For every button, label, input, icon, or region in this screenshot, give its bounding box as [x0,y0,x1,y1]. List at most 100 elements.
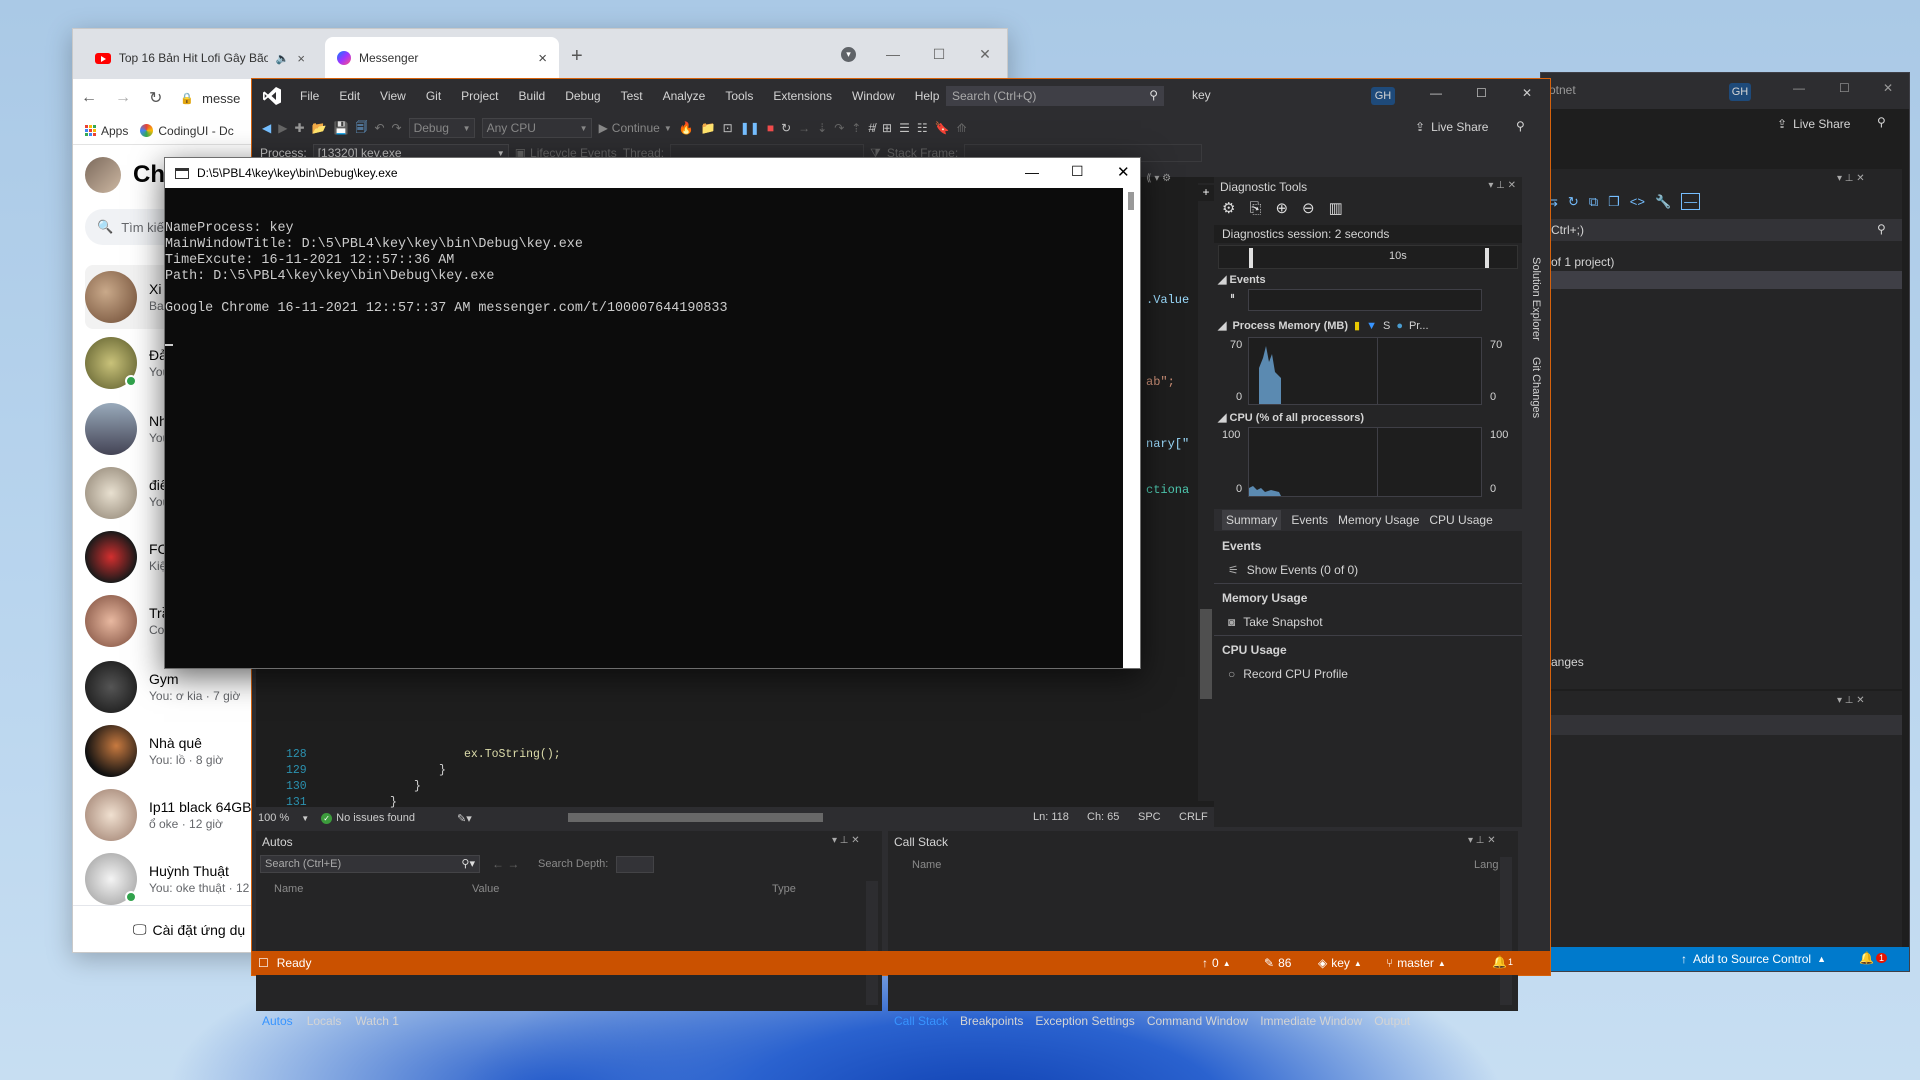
console-scrollbar[interactable] [1123,188,1140,668]
undo-icon[interactable]: ↶ [374,121,384,135]
take-snapshot-button[interactable]: ◙ Take Snapshot [1228,615,1323,629]
address-bar[interactable]: 🔒 messe [180,91,240,106]
events-track[interactable] [1248,289,1482,311]
tab-events[interactable]: Events [1291,513,1328,527]
timeline-ruler[interactable]: 10s [1218,245,1518,269]
branch-indicator[interactable]: ⑂ master ▲ [1386,956,1446,970]
panel-controls-icon[interactable]: ▾ ⊥ ✕ [1837,173,1865,184]
menu-file[interactable]: File [290,89,329,103]
step-into-icon[interactable]: ⇣ [817,121,827,135]
close-icon[interactable]: × [297,51,305,66]
tab-watch1[interactable]: Watch 1 [355,1014,399,1028]
events-header[interactable]: ◢ Events [1218,273,1266,286]
tab-breakpoints[interactable]: Breakpoints [960,1014,1023,1028]
copy-icon[interactable]: ⧉ [1589,194,1598,210]
feedback-icon[interactable]: ⚲ [1516,119,1525,133]
zoom-out-icon[interactable]: ⊖ [1302,199,1315,217]
reset-zoom-icon[interactable]: ▥ [1329,199,1343,217]
column-header-type[interactable]: Type [772,883,796,895]
step-out-icon[interactable]: ⇡ [851,121,861,135]
speaker-icon[interactable]: 🔈 [276,52,290,65]
issues-indicator[interactable]: ✓ No issues found [321,812,415,824]
panel-controls-icon[interactable]: ▾ ⊥ ✕ [1468,835,1496,846]
bookmark-codingui[interactable]: CodingUI - Dc [140,124,234,138]
tab-autos[interactable]: Autos [262,1014,293,1028]
menu-test[interactable]: Test [611,89,653,103]
editor-controls-icon[interactable]: ⟪ ▾ ⚙ [1146,173,1171,184]
panel-controls-icon[interactable]: ▾ ⊥ ✕ [1837,695,1865,706]
close-icon[interactable]: × [538,50,547,67]
preview-icon[interactable]: — [1681,193,1701,210]
menu-edit[interactable]: Edit [329,89,370,103]
pages-icon[interactable]: ❐ [1608,194,1620,210]
add-source-control-button[interactable]: ↑ Add to Source Control ▲ [1681,952,1826,966]
tab-exception-settings[interactable]: Exception Settings [1035,1014,1134,1028]
maximize-icon[interactable]: ☐ [1071,163,1084,180]
close-icon[interactable]: ✕ [1117,163,1130,181]
notifications-button[interactable]: 🔔 1 [1492,955,1513,969]
back-arrow-icon[interactable]: ← → [492,857,519,871]
tab-summary[interactable]: Summary [1222,510,1282,530]
column-header-value[interactable]: Value [472,883,499,895]
tab-youtube[interactable]: Top 16 Bản Hit Lofi Gây Bão 🔈 × [83,37,317,79]
solution-search-input[interactable]: Ctrl+;) ⚲ [1547,219,1902,241]
wrench-icon[interactable]: 🔧 [1655,194,1671,210]
minimize-icon[interactable]: — [1025,164,1039,180]
redo-icon[interactable]: ↷ [392,121,402,135]
scrollbar-thumb[interactable] [1200,609,1212,699]
nav-back-icon[interactable]: ◀ [262,121,271,135]
column-header-name[interactable]: Name [274,883,303,895]
screenshot-icon[interactable]: ⊡ [723,121,733,135]
column-header-name[interactable]: Name [912,859,941,871]
tab-memory-usage[interactable]: Memory Usage [1338,513,1419,527]
bookmark-apps[interactable]: Apps [85,124,128,138]
tab-locals[interactable]: Locals [307,1014,342,1028]
tab-cpu-usage[interactable]: CPU Usage [1429,513,1492,527]
minimize-icon[interactable]: — [1793,81,1805,95]
back-icon[interactable]: ← [81,89,97,107]
close-icon[interactable]: ✕ [1522,86,1532,100]
changes-indicator[interactable]: ✎ 86 [1264,956,1291,970]
zoom-level[interactable]: 100 % [258,812,289,824]
minimize-icon[interactable]: — [873,39,913,69]
tab-search-icon[interactable]: ▾ [841,47,856,62]
feedback-icon[interactable]: ⚲ [1877,115,1886,129]
code-icon[interactable]: <> [1630,194,1645,209]
stop-icon[interactable]: ■ [767,121,774,135]
column-header-lang[interactable]: Lang [1474,859,1498,871]
restart-icon[interactable]: ↻ [781,121,791,135]
pause-icon[interactable]: ❚❚ [740,121,760,135]
maximize-icon[interactable]: ☐ [1839,81,1850,95]
bookmark-icon[interactable]: 🔖 [935,121,950,135]
comment-icon[interactable]: ☰ [899,121,910,135]
notifications-button[interactable]: 🔔 1 [1859,951,1887,965]
zoom-in-icon[interactable]: ⊕ [1275,199,1288,217]
horizontal-scrollbar-thumb[interactable] [568,813,823,822]
split-icon[interactable]: + [1198,185,1214,201]
continue-button[interactable]: ▶ Continue ▼ [599,121,672,135]
pause-events-icon[interactable]: ⏸ [1230,291,1235,302]
memory-header[interactable]: ◢ Process Memory (MB) ▮ ▼ S ● Pr... [1218,319,1429,333]
panel-controls-icon[interactable]: ▾ ⊥ ✕ [832,835,860,846]
close-icon[interactable]: ✕ [1883,81,1893,95]
maximize-icon[interactable]: ☐ [1476,86,1487,100]
timeline-start-handle[interactable] [1249,248,1253,268]
browse-icon[interactable]: 📁 [701,121,716,135]
search-depth-dropdown[interactable] [616,856,654,873]
timeline-end-handle[interactable] [1485,248,1489,268]
avatar[interactable]: GH [1729,83,1751,101]
avatar[interactable]: GH [1371,87,1395,105]
tab-messenger[interactable]: Messenger × [325,37,559,79]
menu-extensions[interactable]: Extensions [763,89,842,103]
save-icon[interactable]: 💾 [333,121,348,135]
callstack-scrollbar[interactable] [1500,857,1512,1005]
reload-icon[interactable]: ↻ [149,88,162,108]
menu-analyze[interactable]: Analyze [653,89,716,103]
tab-call-stack[interactable]: Call Stack [894,1014,948,1028]
autos-search-input[interactable]: Search (Ctrl+E) ⚲▾ [260,855,480,873]
scrollbar-thumb[interactable] [1128,192,1134,210]
editor-scrollbar[interactable]: + [1198,183,1214,801]
chevron-down-icon[interactable]: ▼ [301,814,309,823]
hex-icon[interactable]: #̸ [868,121,875,135]
tab-immediate-window[interactable]: Immediate Window [1260,1014,1362,1028]
